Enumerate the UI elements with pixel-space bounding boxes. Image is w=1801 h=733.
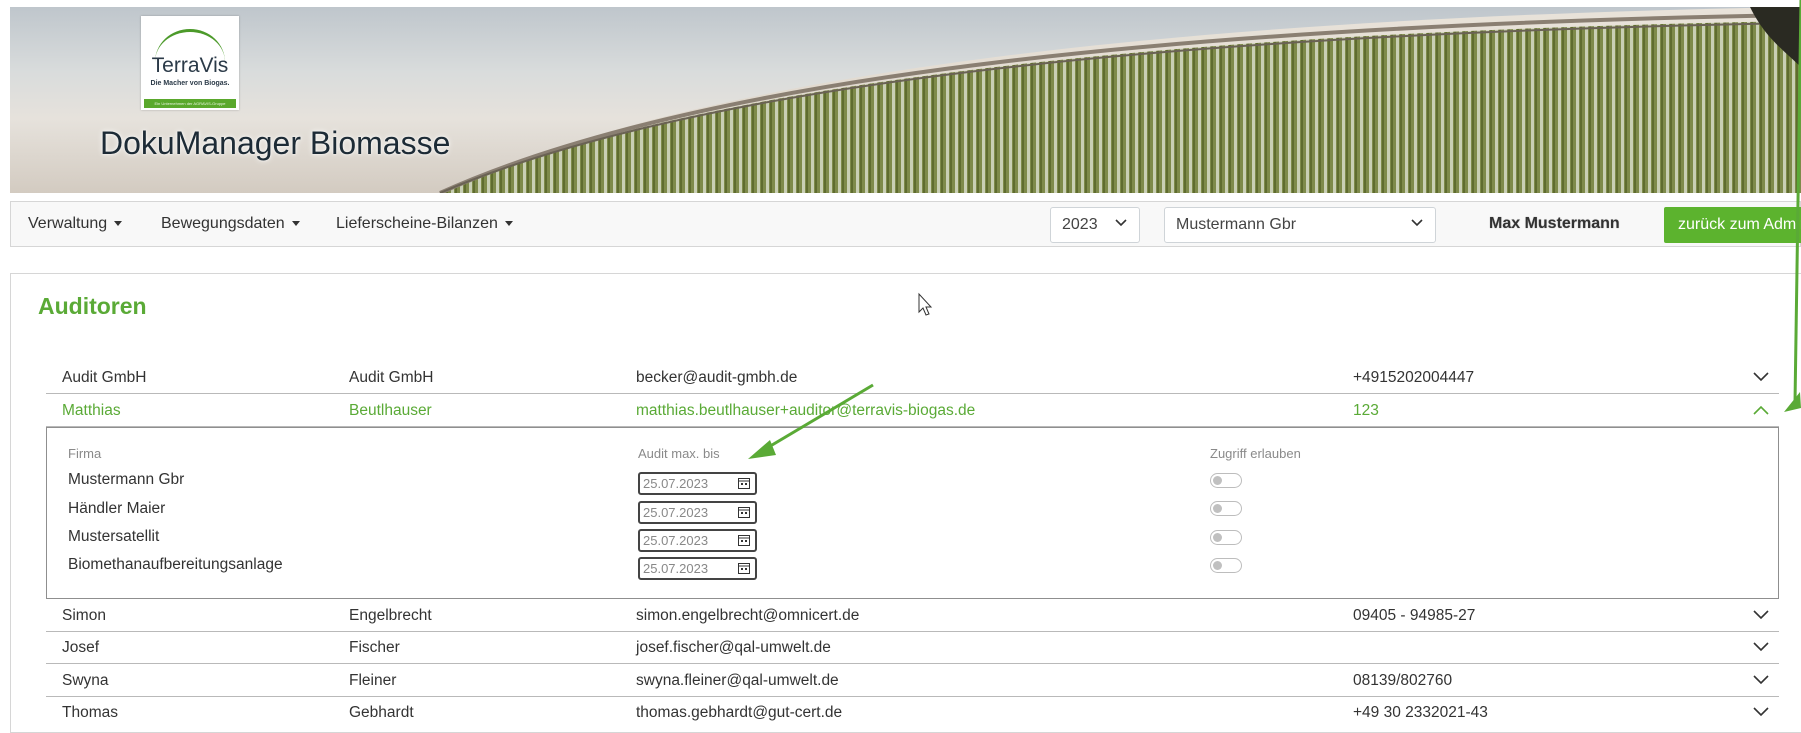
- auditor-row[interactable]: Josef Fischer josef.fischer@qal-umwelt.d…: [46, 632, 1779, 664]
- page-title: Auditoren: [38, 293, 147, 319]
- auditor-row[interactable]: Simon Engelbrecht simon.engelbrecht@omni…: [46, 600, 1779, 632]
- chevron-down-icon[interactable]: [1753, 707, 1769, 717]
- auditor-access-detail: Firma Audit max. bis Zugriff erlauben Mu…: [46, 427, 1779, 599]
- auditor-first-name: Matthias: [62, 402, 121, 419]
- calendar-icon[interactable]: [738, 562, 750, 574]
- column-header-allow-access: Zugriff erlauben: [1210, 446, 1301, 461]
- auditor-first-name: Josef: [62, 639, 100, 656]
- menu-bewegungsdaten[interactable]: Bewegungsdaten: [161, 202, 300, 246]
- caret-down-icon: [291, 221, 300, 227]
- allow-access-toggle[interactable]: [1210, 558, 1242, 573]
- audit-date-input[interactable]: 25.07.2023: [638, 501, 757, 524]
- caret-down-icon: [504, 221, 513, 227]
- company-name: Mustersatellit: [68, 528, 160, 545]
- auditor-last-name: Gebhardt: [349, 704, 414, 721]
- auditor-last-name: Engelbrecht: [349, 607, 432, 624]
- chevron-down-icon[interactable]: [1753, 675, 1769, 685]
- auditor-phone: 09405 - 94985-27: [1353, 607, 1476, 624]
- company-name: Mustermann Gbr: [68, 471, 185, 488]
- calendar-icon[interactable]: [738, 506, 750, 518]
- allow-access-toggle[interactable]: [1210, 501, 1242, 516]
- auditor-last-name: Beutlhauser: [349, 402, 432, 419]
- auditor-first-name: Simon: [62, 607, 106, 624]
- auditor-phone: 08139/802760: [1353, 672, 1453, 689]
- app-title: DokuManager Biomasse: [100, 125, 451, 161]
- column-header-audit-until: Audit max. bis: [638, 446, 720, 461]
- auditor-row[interactable]: Thomas Gebhardt thomas.gebhardt@gut-cert…: [46, 697, 1779, 729]
- logo-slogan: Die Macher von Biogas.: [150, 80, 230, 87]
- auditor-phone: +4915202004447: [1353, 369, 1475, 386]
- auditor-email: simon.engelbrecht@omnicert.de: [636, 607, 860, 624]
- menu-verwaltung[interactable]: Verwaltung: [28, 202, 123, 246]
- audit-date-input[interactable]: 25.07.2023: [638, 472, 757, 495]
- chevron-down-icon: [1115, 219, 1127, 227]
- menu-lieferscheine-bilanzen[interactable]: Lieferscheine-Bilanzen: [336, 202, 513, 246]
- auditor-last-name: Fischer: [349, 639, 400, 656]
- auditor-row[interactable]: Audit GmbH Audit GmbH becker@audit-gmbh.…: [46, 362, 1779, 394]
- auditor-first-name: Swyna: [62, 672, 109, 689]
- main-navbar: Verwaltung Bewegungsdaten Lieferscheine-…: [10, 201, 1801, 247]
- auditor-email: matthias.beutlhauser+auditor@terravis-bi…: [636, 402, 976, 419]
- auditor-last-name: Fleiner: [349, 672, 397, 689]
- caret-down-icon: [114, 221, 123, 227]
- allow-access-toggle[interactable]: [1210, 473, 1242, 488]
- audit-date-input[interactable]: 25.07.2023: [638, 557, 757, 580]
- user-name: Max Mustermann: [1489, 215, 1620, 232]
- logo-bar: Ein Unternehmen der AGRAVIS-Gruppe: [144, 99, 236, 108]
- auditor-row-expanded[interactable]: Matthias Beutlhauser matthias.beutlhause…: [46, 395, 1779, 427]
- chevron-down-icon[interactable]: [1753, 642, 1769, 652]
- header-banner: TerraVis Die Macher von Biogas. Ein Unte…: [10, 7, 1801, 193]
- calendar-icon[interactable]: [738, 534, 750, 546]
- company-name: Biomethanaufbereitungsanlage: [68, 556, 283, 573]
- biogas-dome-image: [439, 7, 1801, 193]
- allow-access-toggle[interactable]: [1210, 530, 1242, 545]
- auditor-first-name: Audit GmbH: [62, 369, 147, 386]
- auditor-phone: +49 30 2332021-43: [1353, 704, 1488, 721]
- column-header-company: Firma: [68, 446, 102, 461]
- auditor-row[interactable]: Swyna Fleiner swyna.fleiner@qal-umwelt.d…: [46, 665, 1779, 697]
- auditor-email: swyna.fleiner@qal-umwelt.de: [636, 672, 839, 689]
- chevron-down-icon: [1411, 219, 1423, 227]
- audit-date-input[interactable]: 25.07.2023: [638, 529, 757, 552]
- company-name: Händler Maier: [68, 500, 166, 517]
- chevron-up-icon[interactable]: [1753, 405, 1769, 415]
- auditor-phone: 123: [1353, 402, 1379, 419]
- year-select[interactable]: 2023: [1050, 207, 1140, 243]
- auditor-first-name: Thomas: [62, 704, 118, 721]
- auditor-email: becker@audit-gmbh.de: [636, 369, 798, 386]
- calendar-icon[interactable]: [738, 477, 750, 489]
- terravis-logo: TerraVis Die Macher von Biogas. Ein Unte…: [141, 16, 239, 110]
- company-select[interactable]: Mustermann Gbr: [1164, 207, 1436, 243]
- auditor-email: josef.fischer@qal-umwelt.de: [636, 639, 831, 656]
- chevron-down-icon[interactable]: [1753, 372, 1769, 382]
- back-to-admin-button[interactable]: zurück zum Admin: [1664, 207, 1801, 243]
- auditor-email: thomas.gebhardt@gut-cert.de: [636, 704, 843, 721]
- auditor-last-name: Audit GmbH: [349, 369, 434, 386]
- logo-name: TerraVis: [151, 54, 229, 77]
- chevron-down-icon[interactable]: [1753, 610, 1769, 620]
